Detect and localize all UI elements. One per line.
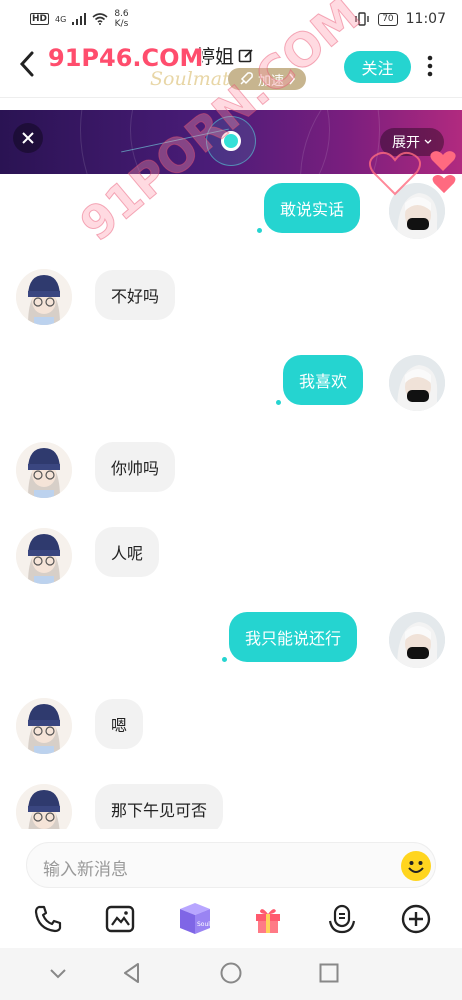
square-recents-icon xyxy=(319,963,339,983)
nav-home-button[interactable] xyxy=(219,961,243,985)
message-bubble-incoming[interactable]: 不好吗 xyxy=(95,270,176,320)
nav-back-button[interactable] xyxy=(120,961,144,985)
expand-label: 展开 xyxy=(392,135,420,151)
signal-icon xyxy=(72,13,87,25)
message-bubble-incoming[interactable]: 你帅吗 xyxy=(95,442,176,492)
network-speed: 8.6 K/s xyxy=(114,9,128,29)
more-actions-button[interactable] xyxy=(400,903,432,935)
avatar-beanie-icon xyxy=(16,269,72,325)
heart-icon xyxy=(430,151,456,171)
nav-collapse-button[interactable] xyxy=(46,961,70,985)
rocket-icon xyxy=(240,72,253,85)
close-banner-button[interactable] xyxy=(13,123,43,153)
speed-up-button[interactable]: 加速 xyxy=(228,68,307,90)
avatar-masked-icon xyxy=(389,355,445,411)
speed-up-label: 加速 xyxy=(258,73,285,89)
clock: 11:07 xyxy=(405,11,446,27)
message-bubble-incoming[interactable]: 那下午见可否 xyxy=(95,784,224,829)
system-navigation-bar xyxy=(0,948,462,1000)
phone-button[interactable] xyxy=(32,903,64,935)
wifi-icon xyxy=(92,13,108,25)
read-indicator xyxy=(276,400,281,405)
heart-icon xyxy=(432,175,456,194)
edit-icon[interactable] xyxy=(238,48,254,64)
image-icon xyxy=(105,905,135,933)
status-bar: HD 4G 8.6 K/s 70 11:07 xyxy=(0,0,462,38)
avatar-beanie-icon xyxy=(16,784,72,829)
smiley-icon xyxy=(402,852,430,880)
battery-indicator: 70 xyxy=(378,12,398,26)
read-indicator xyxy=(257,228,262,233)
message-bubble-incoming[interactable]: 嗯 xyxy=(95,699,144,749)
voice-avatar-icon xyxy=(328,904,356,934)
triangle-back-icon xyxy=(124,963,139,983)
plus-icon xyxy=(401,904,431,934)
gift-icon xyxy=(256,909,280,933)
chat-toolbar: Soul xyxy=(0,895,462,943)
close-icon xyxy=(22,132,34,144)
message-bubble-outgoing[interactable]: 敢说实话 xyxy=(264,183,361,233)
contact-avatar[interactable] xyxy=(16,784,72,829)
heart-outline-icon xyxy=(368,151,422,196)
more-menu-button[interactable] xyxy=(426,55,434,77)
chevron-down-icon xyxy=(50,969,66,979)
more-vertical-icon xyxy=(427,55,433,77)
gift-button[interactable] xyxy=(252,903,284,935)
soul-box-icon: Soul xyxy=(180,903,210,934)
voice-match-button[interactable] xyxy=(326,903,358,935)
soul-box-button[interactable]: Soul xyxy=(176,899,214,937)
message-bubble-outgoing[interactable]: 我喜欢 xyxy=(283,355,364,405)
contact-avatar[interactable] xyxy=(16,269,72,325)
follow-button[interactable]: 关注 xyxy=(344,51,411,83)
image-button[interactable] xyxy=(104,903,136,935)
my-avatar[interactable] xyxy=(389,355,445,411)
vibrate-icon xyxy=(355,12,369,26)
avatar-beanie-icon xyxy=(16,528,72,584)
title-area[interactable]: 婷姐 xyxy=(196,42,254,69)
soul-box-label: Soul xyxy=(197,921,210,928)
network-label: 4G xyxy=(55,14,67,24)
circle-home-icon xyxy=(220,962,242,984)
avatar-beanie-icon xyxy=(16,442,72,498)
chevron-right-icon xyxy=(289,73,296,85)
radar-dot xyxy=(221,131,241,151)
watermark-top: 91P46.COM xyxy=(48,44,204,72)
message-list[interactable]: 敢说实话 不好吗 我喜欢 你帅吗 人呢 我只能说还行 嗯 那下午见可否 xyxy=(0,174,462,829)
chevron-left-icon xyxy=(19,51,34,77)
phone-icon xyxy=(34,905,62,933)
speed-value: 8.6 xyxy=(114,9,129,19)
radar-icon xyxy=(206,116,256,166)
read-indicator xyxy=(222,657,227,662)
speed-unit: K/s xyxy=(114,19,129,29)
my-avatar[interactable] xyxy=(389,612,445,668)
nav-recents-button[interactable] xyxy=(317,961,341,985)
hd-icon: HD xyxy=(30,13,50,25)
message-bubble-incoming[interactable]: 人呢 xyxy=(95,527,160,577)
contact-avatar[interactable] xyxy=(16,698,72,754)
avatar-masked-icon xyxy=(389,612,445,668)
message-input[interactable]: 输入新消息 xyxy=(26,842,436,888)
emoji-button[interactable] xyxy=(401,851,431,881)
message-bubble-outgoing[interactable]: 我只能说还行 xyxy=(229,612,358,662)
chevron-down-icon xyxy=(424,139,432,144)
avatar-beanie-icon xyxy=(16,698,72,754)
chat-screen: HD 4G 8.6 K/s 70 11:07 Soulmate 婷姐 加速 关注… xyxy=(0,0,462,1000)
back-button[interactable] xyxy=(18,50,36,84)
contact-avatar[interactable] xyxy=(16,442,72,498)
contact-avatar[interactable] xyxy=(16,528,72,584)
message-input-placeholder: 输入新消息 xyxy=(43,860,128,880)
